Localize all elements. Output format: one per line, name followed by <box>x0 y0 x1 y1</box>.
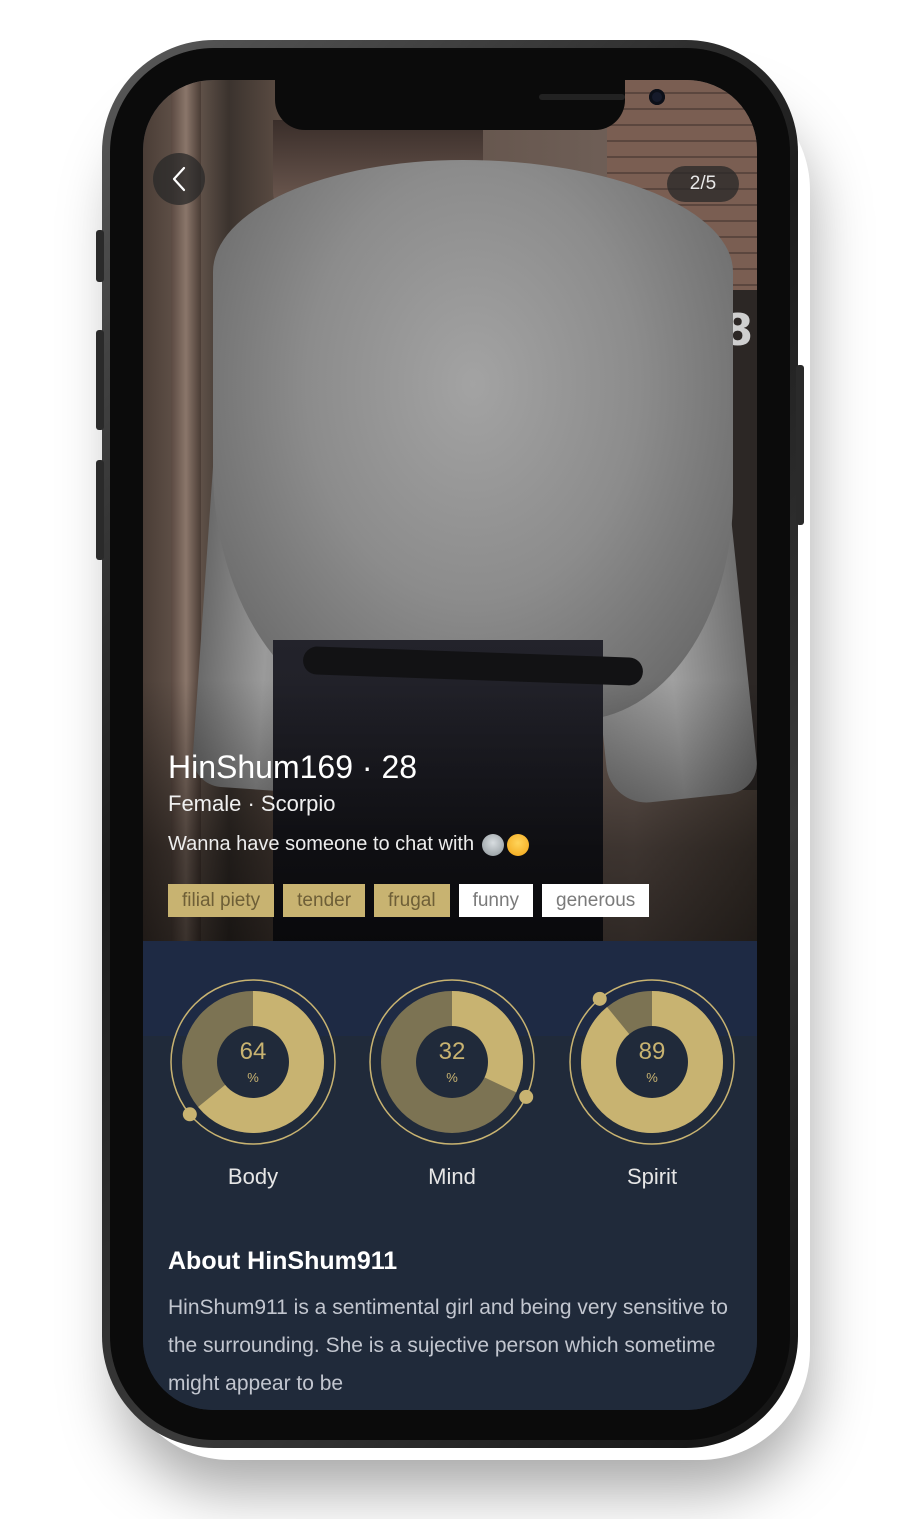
tag-funny[interactable]: funny <box>458 884 534 917</box>
about-body: HinShum911 is a sentimental girl and bei… <box>168 1296 728 1395</box>
stat-unit-spirit: % <box>646 1070 658 1085</box>
photo-sweater <box>213 160 733 720</box>
alien-emoji-icon <box>482 833 505 856</box>
front-camera <box>649 89 665 105</box>
stat-unit-body: % <box>247 1070 259 1085</box>
stat-label-body: Body <box>227 1164 279 1189</box>
ring-knob[interactable] <box>592 991 607 1006</box>
tag-generous[interactable]: generous <box>542 884 650 917</box>
profile-name-age: HinShum169 · 28 <box>168 749 418 785</box>
stat-label-spirit: Spirit <box>626 1164 678 1189</box>
stat-value-mind: 32 <box>438 1038 466 1065</box>
power-button <box>796 365 804 525</box>
photo-pager: 2/5 <box>667 166 739 202</box>
volume-up-button <box>96 330 104 430</box>
tag-filial-piety[interactable]: filial piety <box>168 884 275 917</box>
ring-knob[interactable] <box>182 1107 197 1122</box>
grimacing-emoji-icon <box>507 833 530 856</box>
stat-unit-mind: % <box>446 1070 458 1085</box>
profile-gender-sign: Female · Scorpio <box>168 791 336 816</box>
photo-gradient-overlay <box>143 680 757 960</box>
earpiece-speaker <box>539 94 625 100</box>
volume-down-button <box>96 460 104 560</box>
silent-switch <box>96 230 104 282</box>
status-text: Wanna have someone to chat with <box>168 833 475 855</box>
tag-list: filial piety tender frugal funny generous <box>168 884 650 917</box>
about-title: About HinShum911 <box>168 1247 398 1275</box>
stat-value-spirit: 89 <box>638 1038 666 1065</box>
stat-label-mind: Mind <box>428 1164 476 1189</box>
device-notch <box>275 80 665 130</box>
chevron-left-icon <box>172 166 186 192</box>
stat-value-body: 64 <box>239 1038 267 1065</box>
tag-tender[interactable]: tender <box>283 884 366 917</box>
app-screen: 98 2/5 HinShum169 · 28 Female · Scorpio … <box>143 80 757 1410</box>
ring-knob[interactable] <box>519 1089 534 1104</box>
back-button[interactable] <box>153 153 205 205</box>
profile-status: Wanna have someone to chat with <box>168 833 530 856</box>
tag-frugal[interactable]: frugal <box>374 884 450 917</box>
profile-photo[interactable]: 98 <box>143 80 757 960</box>
